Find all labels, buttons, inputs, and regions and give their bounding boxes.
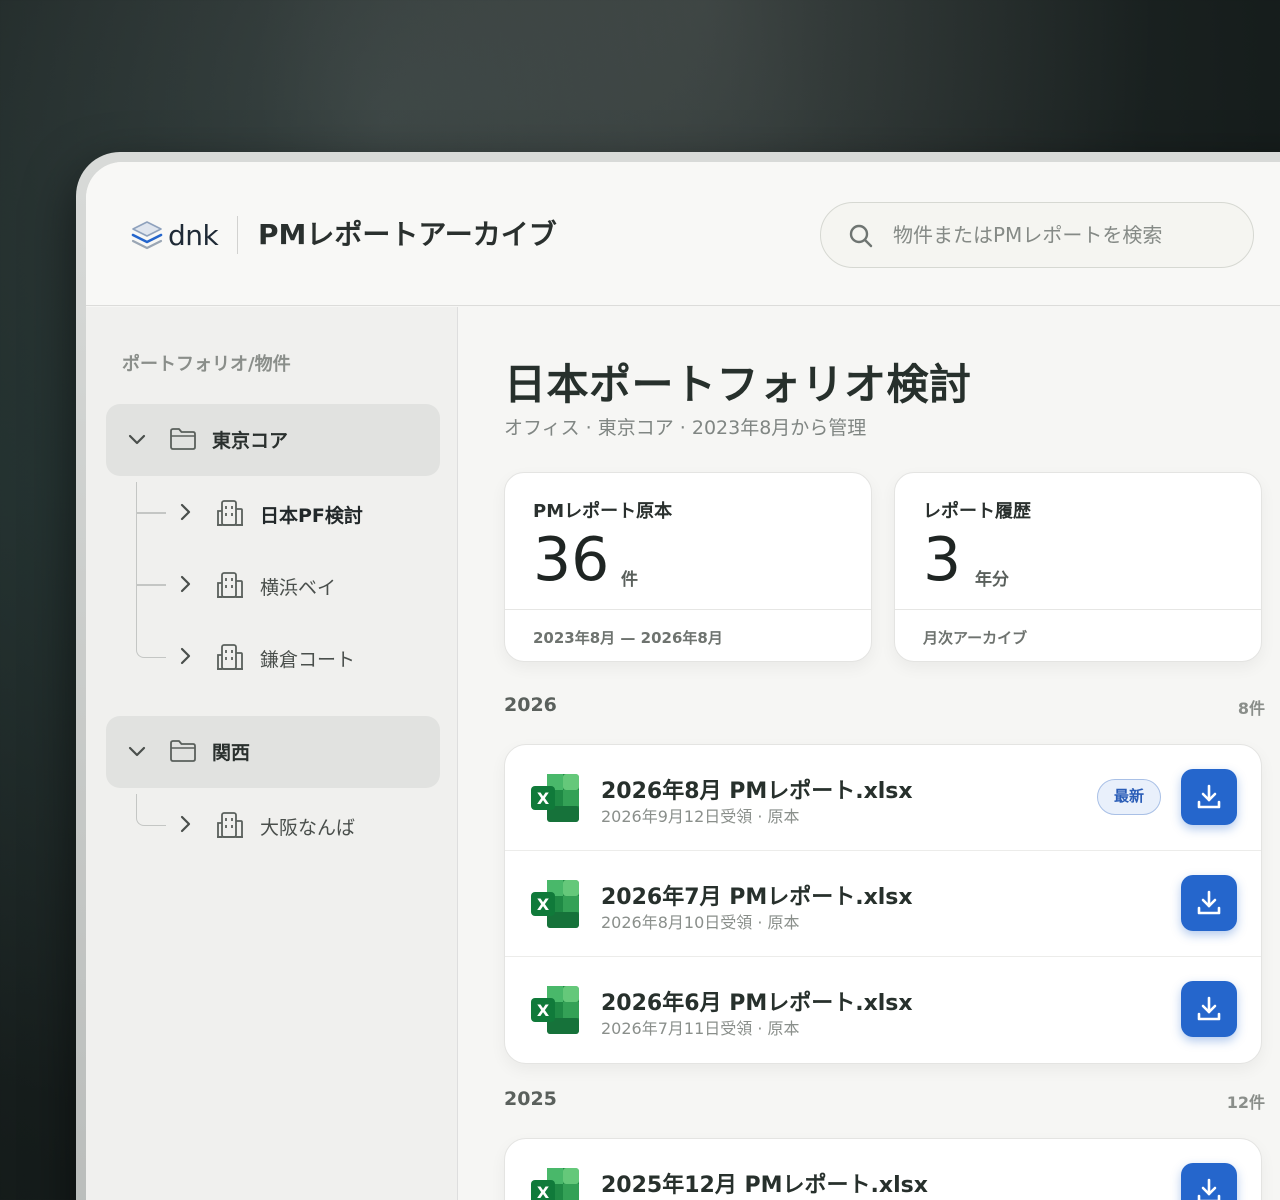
app-window: dnk PMレポートアーカイブ ポートフォリオ/物件 [86, 162, 1280, 1200]
year-heading: 2026 [504, 694, 557, 716]
sidebar-item-osaka-namba[interactable]: 大阪なんば [166, 801, 436, 849]
tree-connector [136, 512, 166, 514]
layers-logo-icon [131, 221, 163, 250]
file-name[interactable]: 2026年7月 PMレポート.xlsx [601, 879, 913, 911]
latest-badge: 最新 [1097, 779, 1161, 815]
chevron-right-icon [180, 503, 191, 521]
svg-text:X: X [537, 895, 550, 914]
tree-connector [136, 794, 166, 826]
excel-file-icon: X [531, 986, 579, 1034]
file-row[interactable]: X 2026年7月 PMレポート.xlsx 2026年8月10日受領 · 原本 [505, 851, 1261, 957]
download-icon [1197, 890, 1221, 915]
year-heading: 2025 [504, 1088, 557, 1110]
download-icon [1197, 784, 1221, 809]
chevron-right-icon [180, 647, 191, 665]
sidebar-group-label: 東京コア [212, 430, 289, 452]
divider [505, 609, 871, 610]
file-name[interactable]: 2026年8月 PMレポート.xlsx [601, 773, 913, 805]
sidebar-group-label: 関西 [212, 742, 251, 764]
svg-text:X: X [537, 1183, 550, 1200]
sidebar-item-kamakura-court[interactable]: 鎌倉コート [166, 633, 436, 681]
chevron-right-icon [180, 815, 191, 833]
file-row[interactable]: X 2026年8月 PMレポート.xlsx 2026年9月12日受領 · 原本 … [505, 745, 1261, 851]
app-title: PMレポートアーカイブ [258, 218, 557, 251]
file-name[interactable]: 2026年6月 PMレポート.xlsx [601, 985, 913, 1017]
sidebar-item-yokohama-bay[interactable]: 横浜ベイ [166, 561, 436, 609]
chevron-down-icon [128, 746, 146, 757]
building-icon [217, 812, 243, 838]
sidebar-group-kansai[interactable]: 関西 [106, 716, 440, 788]
tree-connector [136, 482, 166, 658]
svg-text:X: X [537, 789, 550, 808]
excel-file-icon: X [531, 880, 579, 928]
search-icon [849, 224, 873, 248]
stat-footer: 2023年8月 — 2026年8月 [533, 629, 723, 647]
download-button[interactable] [1181, 981, 1237, 1037]
folder-icon [170, 428, 196, 450]
file-meta: 2026年8月10日受領 · 原本 [601, 913, 800, 932]
download-icon [1197, 996, 1221, 1021]
page-title: 日本ポートフォリオ検討 [504, 360, 972, 409]
year-count: 8件 [1237, 699, 1265, 718]
building-icon [217, 572, 243, 598]
stat-value: 36 [533, 525, 610, 595]
file-row[interactable]: X 2026年6月 PMレポート.xlsx 2026年7月11日受領 · 原本 [505, 957, 1261, 1063]
tree-connector [136, 584, 166, 586]
main-content: 日本ポートフォリオ検討 オフィス · 東京コア · 2023年8月から管理 PM… [459, 307, 1280, 1200]
file-meta: 2026年7月11日受領 · 原本 [601, 1019, 800, 1038]
chevron-down-icon [128, 434, 146, 445]
sidebar-group-tokyo-core[interactable]: 東京コア [106, 404, 440, 476]
stat-card-report-count: PMレポート原本 36 件 2023年8月 — 2026年8月 [504, 472, 872, 662]
chevron-right-icon [180, 575, 191, 593]
logo-text: dnk [168, 218, 219, 252]
search-input[interactable] [893, 215, 1233, 255]
download-icon [1197, 1178, 1221, 1200]
building-icon [217, 500, 243, 526]
sidebar-item-label: 日本PF検討 [260, 505, 363, 527]
divider [895, 609, 1261, 610]
sidebar-item-nihon-pf[interactable]: 日本PF検討 [166, 489, 436, 537]
stat-label: レポート履歴 [923, 501, 1031, 522]
device-frame: dnk PMレポートアーカイブ ポートフォリオ/物件 [76, 152, 1280, 1200]
search-box[interactable] [820, 202, 1254, 268]
file-list-2025: X 2025年12月 PMレポート.xlsx [504, 1138, 1262, 1200]
sidebar-heading: ポートフォリオ/物件 [122, 354, 291, 375]
download-button[interactable] [1181, 875, 1237, 931]
header-divider [237, 216, 238, 254]
file-meta: 2026年9月12日受領 · 原本 [601, 807, 800, 826]
svg-text:X: X [537, 1001, 550, 1020]
download-button[interactable] [1181, 769, 1237, 825]
stat-label: PMレポート原本 [533, 501, 673, 522]
file-name[interactable]: 2025年12月 PMレポート.xlsx [601, 1167, 928, 1199]
excel-file-icon: X [531, 1168, 579, 1200]
sidebar: ポートフォリオ/物件 東京コア 日本PF検討 横浜ベイ 鎌倉コート 関西 大阪な… [86, 307, 458, 1200]
building-icon [217, 644, 243, 670]
stat-card-report-history: レポート履歴 3 年分 月次アーカイブ [894, 472, 1262, 662]
file-row[interactable]: X 2025年12月 PMレポート.xlsx [505, 1139, 1261, 1200]
stat-value: 3 [923, 525, 962, 595]
page-subtitle: オフィス · 東京コア · 2023年8月から管理 [504, 417, 867, 439]
sidebar-item-label: 大阪なんば [260, 817, 356, 839]
download-button[interactable] [1181, 1163, 1237, 1200]
year-count: 12件 [1226, 1093, 1265, 1112]
excel-file-icon: X [531, 774, 579, 822]
app-header: dnk PMレポートアーカイブ [86, 162, 1280, 306]
folder-icon [170, 740, 196, 762]
file-list-2026: X 2026年8月 PMレポート.xlsx 2026年9月12日受領 · 原本 … [504, 744, 1262, 1064]
stat-unit: 件 [621, 570, 638, 590]
logo[interactable]: dnk [130, 218, 219, 252]
stat-footer: 月次アーカイブ [923, 629, 1028, 647]
sidebar-item-label: 鎌倉コート [260, 649, 356, 671]
stat-unit: 年分 [975, 570, 1009, 590]
sidebar-item-label: 横浜ベイ [260, 577, 337, 599]
